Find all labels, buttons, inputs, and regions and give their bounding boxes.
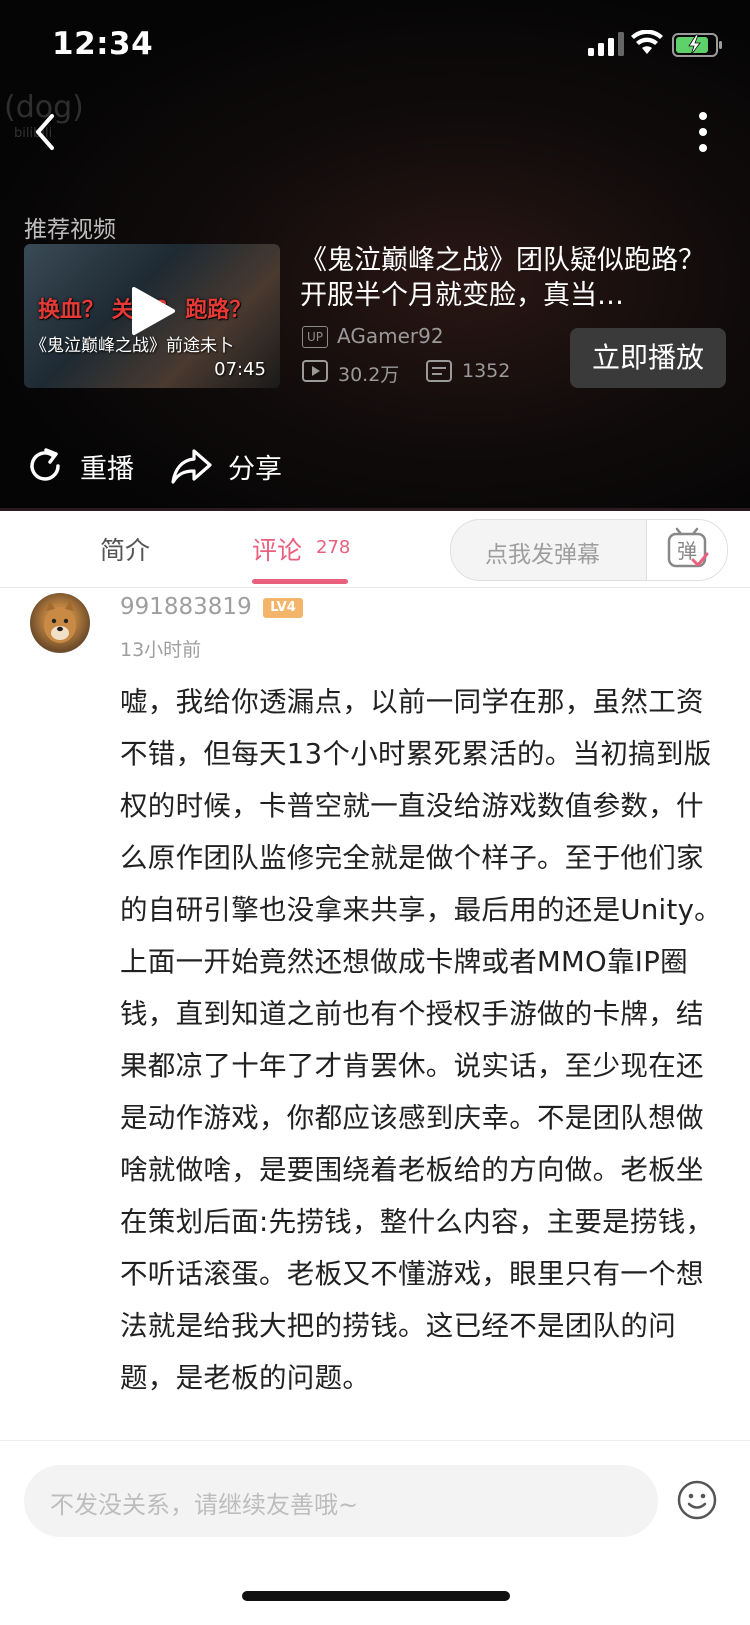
- dog-avatar-icon: [44, 601, 76, 643]
- more-vertical-icon[interactable]: [690, 108, 716, 156]
- recommended-video-thumbnail[interactable]: 换血？ 关门？ 跑路？ 《鬼泣巅峰之战》前途未卜 07:45: [24, 244, 280, 388]
- status-time: 12:34: [52, 26, 154, 62]
- danmaku-placeholder: 点我发弹幕: [485, 542, 600, 568]
- replay-icon: [30, 448, 60, 481]
- up-badge: UP: [302, 326, 328, 348]
- tab-comments[interactable]: 评论: [252, 531, 302, 567]
- danmaku-count: 1352: [462, 360, 511, 382]
- comment-username[interactable]: 991883819: [120, 594, 252, 620]
- recommend-label: 推荐视频: [24, 217, 116, 243]
- tab-divider: [0, 587, 750, 588]
- replay-button[interactable]: 重播: [26, 446, 134, 486]
- comment-time: 13小时前: [120, 639, 202, 661]
- home-indicator: [242, 1591, 510, 1601]
- comment-body: 嘘，我给你透漏点，以前一同学在那，虽然工资不错，但每天13个小时累死累活的。当初…: [120, 686, 722, 1394]
- comment-count: 278: [316, 537, 351, 558]
- share-button[interactable]: 分享: [170, 446, 282, 486]
- battery-charging-icon: [672, 33, 722, 57]
- danmaku-icon: 弹: [667, 527, 709, 568]
- danmaku-toggle[interactable]: 弹: [646, 520, 727, 580]
- wifi-icon: [631, 30, 663, 54]
- uploader-name[interactable]: AGamer92: [337, 324, 444, 348]
- view-count: 30.2万: [338, 364, 400, 386]
- comment-input[interactable]: 不发没关系，请继续友善哦~: [24, 1465, 658, 1537]
- danmaku-count-icon: [426, 360, 452, 382]
- send-danmaku-button[interactable]: 点我发弹幕 弹: [450, 519, 728, 581]
- status-bar: 12:34: [0, 0, 750, 90]
- active-tab-indicator: [252, 579, 348, 584]
- back-arrow-icon[interactable]: [26, 110, 66, 154]
- recommended-video-title[interactable]: 《鬼泣巅峰之战》团队疑似跑路？开服半个月就变脸，真当…: [300, 243, 710, 313]
- content-tabs: 简介 评论 278 点我发弹幕 弹: [0, 511, 750, 587]
- share-label: 分享: [228, 453, 282, 485]
- video-player[interactable]: 12:34 (dog) bilibili 推荐视频 换血？ 关门？ 跑路？: [0, 0, 750, 510]
- play-count-icon: [302, 360, 328, 382]
- play-icon: [132, 287, 175, 335]
- replay-label: 重播: [80, 453, 134, 485]
- emoji-icon[interactable]: [676, 1479, 718, 1521]
- avatar[interactable]: [30, 593, 90, 653]
- thumbnail-subtitle: 《鬼泣巅峰之战》前途未卜: [30, 336, 234, 356]
- cellular-signal-icon: [588, 32, 624, 56]
- play-now-button[interactable]: 立即播放: [570, 328, 726, 388]
- tab-intro[interactable]: 简介: [100, 531, 150, 567]
- level-badge: LV4: [263, 598, 303, 618]
- video-duration: 07:45: [214, 359, 266, 380]
- comment-input-placeholder: 不发没关系，请继续友善哦~: [50, 1491, 359, 1519]
- share-icon: [171, 449, 212, 484]
- comment-input-bar: 不发没关系，请继续友善哦~: [0, 1440, 750, 1625]
